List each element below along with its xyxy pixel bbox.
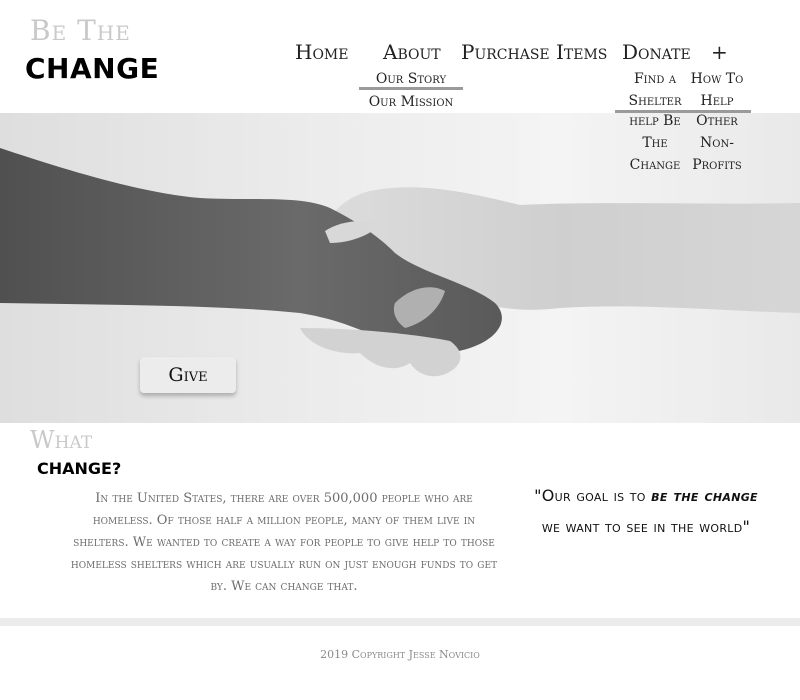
nav-donate[interactable]: Donate xyxy=(622,40,691,64)
subnav-our-mission[interactable]: Our Mission xyxy=(362,91,460,113)
quote-emphasis: be the change xyxy=(651,486,758,505)
nav-about[interactable]: About xyxy=(383,40,441,64)
nav-home[interactable]: Home xyxy=(295,40,348,64)
mission-quote: "Our goal is to be the change we want to… xyxy=(530,480,762,542)
subnav-other-line-1: Other xyxy=(696,113,738,129)
subnav-find-shelter[interactable]: Find a Shelter xyxy=(622,68,688,112)
subnav-other-line-3: Profits xyxy=(692,157,742,173)
mission-paragraph: In the United States, there are over 500… xyxy=(70,491,498,594)
subnav-find-shelter-line-2: Shelter xyxy=(628,93,682,109)
subnav-how-to-help[interactable]: How To Help xyxy=(686,68,748,112)
subnav-how-to-help-line-1: How To xyxy=(690,71,744,87)
give-button[interactable]: Give xyxy=(140,357,236,393)
quote-close: we want to see in the world" xyxy=(541,517,751,536)
subnav-how-to-help-line-2: Help xyxy=(700,93,734,109)
subnav-help-line-1: help Be xyxy=(629,113,681,129)
about-submenu-divider xyxy=(359,87,463,90)
brand-logo[interactable]: CHANGE xyxy=(25,52,159,85)
section-heading-change: CHANGE? xyxy=(37,459,122,478)
footer-copyright: 2019 Copyright Jesse Novicio xyxy=(320,648,480,661)
section-heading-what: What xyxy=(30,426,93,454)
subnav-help-line-2: The xyxy=(642,135,668,151)
subnav-find-shelter-line-1: Find a xyxy=(633,71,677,87)
subnav-other-non-profits[interactable]: Other Non- Profits xyxy=(686,110,748,176)
nav-purchase-items[interactable]: Purchase Items xyxy=(461,40,607,64)
footer-divider xyxy=(0,618,800,626)
subnav-other-line-2: Non- xyxy=(700,135,734,151)
quote-open: "Our goal is to xyxy=(534,486,652,505)
brand-line-1: Be The xyxy=(30,14,131,47)
subnav-help-be-the-change[interactable]: help Be The Change xyxy=(622,110,688,176)
nav-more-icon[interactable]: + xyxy=(711,40,728,64)
subnav-help-line-3: Change xyxy=(629,157,681,173)
